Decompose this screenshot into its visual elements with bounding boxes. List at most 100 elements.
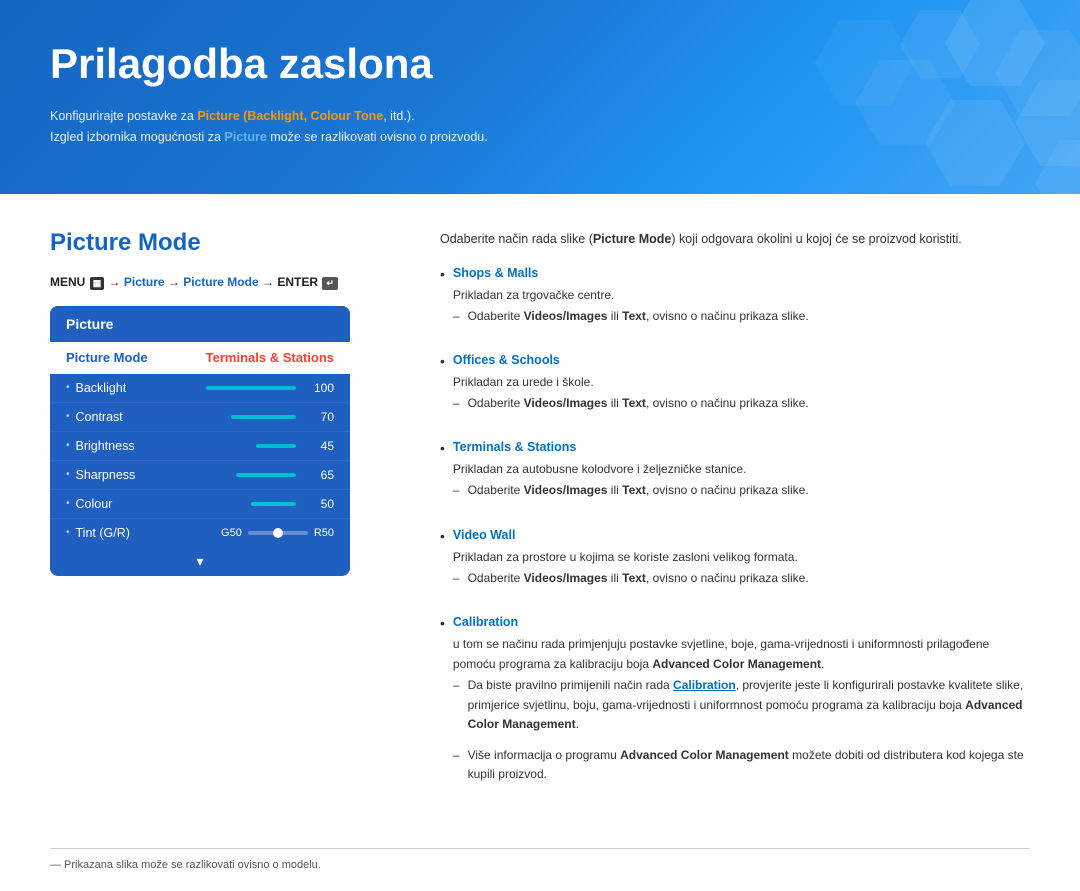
dash-icon: – bbox=[453, 307, 460, 326]
contrast-value: 70 bbox=[306, 410, 334, 424]
shops-sublist: – Odaberite Videos/Images ili Text, ovis… bbox=[453, 307, 1030, 326]
desc-line1-suffix: , itd.). bbox=[383, 109, 414, 123]
tint-thumb bbox=[273, 528, 283, 538]
brightness-label: Brightness bbox=[76, 439, 256, 453]
main-content: Picture Mode MENU ▦ → Picture → Picture … bbox=[0, 194, 1080, 839]
sub-list-item: – Odaberite Videos/Images ili Text, ovis… bbox=[453, 307, 1030, 326]
offices-sublist: – Odaberite Videos/Images ili Text, ovis… bbox=[453, 394, 1030, 413]
dash-icon: – bbox=[453, 569, 460, 588]
desc-line2-prefix: Izgled izbornika mogućnosti za bbox=[50, 130, 224, 144]
setting-sharpness[interactable]: • Sharpness 65 bbox=[50, 461, 350, 490]
contrast-slider[interactable] bbox=[231, 415, 296, 419]
section-title: Picture Mode bbox=[50, 229, 390, 257]
dash-icon: – bbox=[453, 481, 460, 500]
item-shops-title: Shops & Malls bbox=[453, 263, 1030, 283]
list-item: • Offices & Schools Prikladan za urede i… bbox=[440, 350, 1030, 425]
desc-highlight-blue: Picture bbox=[224, 130, 266, 144]
tint-label: Tint (G/R) bbox=[76, 526, 222, 540]
dash-icon: – bbox=[453, 394, 460, 413]
sub-list-item: – Odaberite Videos/Images ili Text, ovis… bbox=[453, 481, 1030, 500]
panel-mode-label: Picture Mode bbox=[66, 350, 148, 365]
terminals-sub-text: Odaberite Videos/Images ili Text, ovisno… bbox=[468, 481, 809, 500]
setting-backlight[interactable]: • Backlight 100 bbox=[50, 374, 350, 403]
desc-line2-suffix: može se razlikovati ovisno o proizvodu. bbox=[267, 130, 488, 144]
tint-right-value: R50 bbox=[314, 527, 334, 539]
calibration-sub1: Da biste pravilno primijenili način rada… bbox=[468, 676, 1030, 734]
backlight-label: Backlight bbox=[76, 381, 206, 395]
setting-brightness[interactable]: • Brightness 45 bbox=[50, 432, 350, 461]
intro-text: Odaberite način rada slike (Picture Mode… bbox=[440, 229, 1030, 249]
sharpness-slider[interactable] bbox=[236, 473, 296, 477]
item-calibration-title: Calibration bbox=[453, 612, 1030, 632]
sub-list-item: – Odaberite Videos/Images ili Text, ovis… bbox=[453, 394, 1030, 413]
contrast-label: Contrast bbox=[76, 410, 231, 424]
bullet-icon: • bbox=[440, 350, 445, 372]
item-videowall-desc: Prikladan za prostore u kojima se korist… bbox=[453, 550, 798, 564]
calibration-sub2: Više informacija o programu Advanced Col… bbox=[468, 746, 1030, 784]
tint-bar[interactable] bbox=[248, 531, 308, 535]
item-calibration-desc: u tom se načinu rada primjenjuju postavk… bbox=[453, 637, 989, 671]
enter-label: ENTER bbox=[277, 275, 318, 289]
footer-text: ― Prikazana slika može se razlikovati ov… bbox=[50, 859, 321, 871]
item-offices-title: Offices & Schools bbox=[453, 350, 1030, 370]
setting-colour[interactable]: • Colour 50 bbox=[50, 490, 350, 519]
list-item: • Calibration u tom se načinu rada primj… bbox=[440, 612, 1030, 796]
list-item: • Terminals & Stations Prikladan za auto… bbox=[440, 437, 1030, 512]
setting-contrast[interactable]: • Contrast 70 bbox=[50, 403, 350, 432]
bullet-icon: • bbox=[440, 263, 445, 285]
picture-panel: Picture Picture Mode Terminals & Station… bbox=[50, 306, 350, 576]
videowall-sublist: – Odaberite Videos/Images ili Text, ovis… bbox=[453, 569, 1030, 588]
item-videowall-title: Video Wall bbox=[453, 525, 1030, 545]
offices-sub-text: Odaberite Videos/Images ili Text, ovisno… bbox=[468, 394, 809, 413]
left-column: Picture Mode MENU ▦ → Picture → Picture … bbox=[50, 229, 390, 809]
item-terminals: Terminals & Stations Prikladan za autobu… bbox=[453, 437, 1030, 512]
colour-value: 50 bbox=[306, 497, 334, 511]
arrow2: → bbox=[168, 275, 183, 289]
dash-icon: – bbox=[453, 676, 460, 695]
list-item: • Video Wall Prikladan za prostore u koj… bbox=[440, 525, 1030, 600]
backlight-value: 100 bbox=[306, 381, 334, 395]
header-description: Konfigurirajte postavke za Picture (Back… bbox=[50, 106, 1030, 149]
list-item: • Shops & Malls Prikladan za trgovačke c… bbox=[440, 263, 1030, 338]
panel-chevron[interactable]: ▾ bbox=[50, 547, 350, 576]
tint-left-value: G50 bbox=[221, 527, 242, 539]
setting-tint[interactable]: • Tint (G/R) G50 R50 bbox=[50, 519, 350, 547]
header-decoration bbox=[600, 0, 1080, 194]
colour-slider[interactable] bbox=[251, 502, 296, 506]
sub-list-item: – Da biste pravilno primijenili način ra… bbox=[453, 676, 1030, 734]
enter-icon: ↵ bbox=[322, 277, 338, 290]
colour-label: Colour bbox=[76, 497, 251, 511]
dash-icon: – bbox=[453, 746, 460, 765]
item-shops: Shops & Malls Prikladan za trgovačke cen… bbox=[453, 263, 1030, 338]
arrow3: → bbox=[262, 275, 277, 289]
item-terminals-title: Terminals & Stations bbox=[453, 437, 1030, 457]
panel-mode-value: Terminals & Stations bbox=[206, 350, 334, 365]
right-column: Odaberite način rada slike (Picture Mode… bbox=[440, 229, 1030, 809]
bullet-icon: • bbox=[440, 525, 445, 547]
tint-slider-group: G50 R50 bbox=[221, 527, 334, 539]
sharpness-label: Sharpness bbox=[76, 468, 236, 482]
sharpness-value: 65 bbox=[306, 468, 334, 482]
terminals-sublist: – Odaberite Videos/Images ili Text, ovis… bbox=[453, 481, 1030, 500]
dot-icon: • bbox=[66, 440, 70, 451]
item-videowall: Video Wall Prikladan za prostore u kojim… bbox=[453, 525, 1030, 600]
page-header: Prilagodba zaslona Konfigurirajte postav… bbox=[0, 0, 1080, 194]
dot-icon: • bbox=[66, 382, 70, 393]
item-calibration: Calibration u tom se načinu rada primjen… bbox=[453, 612, 1030, 796]
sub-list-item: – Više informacija o programu Advanced C… bbox=[453, 746, 1030, 784]
menu-icon: ▦ bbox=[90, 277, 105, 290]
panel-selected-row[interactable]: Picture Mode Terminals & Stations bbox=[50, 342, 350, 374]
backlight-slider[interactable] bbox=[206, 386, 296, 390]
bullet-icon: • bbox=[440, 437, 445, 459]
menu-picture: Picture bbox=[124, 275, 165, 289]
dot-icon: • bbox=[66, 527, 70, 538]
footer-note: ― Prikazana slika može se razlikovati ov… bbox=[50, 848, 1030, 871]
item-offices-desc: Prikladan za urede i škole. bbox=[453, 375, 594, 389]
dot-icon: • bbox=[66, 411, 70, 422]
arrow1: → bbox=[109, 275, 124, 289]
brightness-slider[interactable] bbox=[256, 444, 296, 448]
brightness-value: 45 bbox=[306, 439, 334, 453]
item-offices: Offices & Schools Prikladan za urede i š… bbox=[453, 350, 1030, 425]
dot-icon: • bbox=[66, 469, 70, 480]
videowall-sub-text: Odaberite Videos/Images ili Text, ovisno… bbox=[468, 569, 809, 588]
